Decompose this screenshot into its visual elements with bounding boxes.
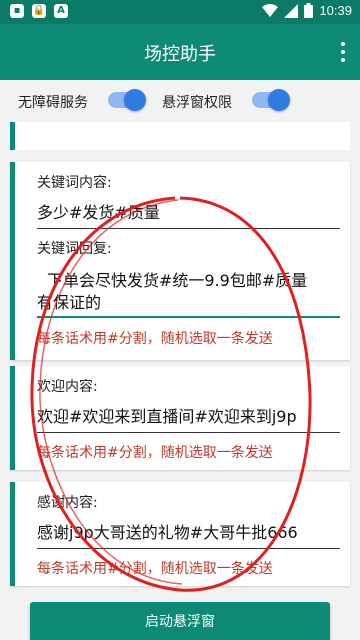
permissions-row: 无障碍服务 悬浮窗权限: [0, 80, 360, 122]
keyword-content-input[interactable]: 多少#发货#质量: [37, 202, 337, 224]
keyword-reply-label: 关键词回复:: [37, 241, 112, 257]
thanks-card: 感谢内容: 感谢j9p大哥送的礼物#大哥牛批666 每条话术用#分割，随机选取一…: [10, 482, 350, 586]
keyword-card: 关键词内容: 多少#发货#质量 关键词回复: 下单会尽快发货#统一9.9包邮#质…: [10, 162, 350, 360]
keyword-reply-input-line2[interactable]: 有保证的: [37, 292, 337, 314]
keyword-reply-underline: [37, 316, 340, 318]
toggle-knob: [124, 89, 146, 111]
welcome-card: 欢迎内容: 欢迎#欢迎来到直播间#欢迎来到j9p 每条话术用#分割，随机选取一条…: [10, 366, 350, 470]
overflow-menu-icon[interactable]: [340, 42, 346, 62]
font-icon: A: [54, 4, 68, 18]
thanks-content-input[interactable]: 感谢j9p大哥送的礼物#大哥牛批666: [37, 522, 337, 544]
notification-icons: ▪ 🔒 A: [10, 4, 68, 18]
overlay-permission-toggle[interactable]: [252, 89, 290, 111]
lock-icon: 🔒: [32, 4, 46, 18]
battery-icon: [304, 3, 314, 18]
thanks-content-label: 感谢内容:: [37, 495, 98, 511]
app-notification-icon: ▪: [10, 4, 24, 18]
status-bar: ▪ 🔒 A 10:39: [0, 0, 360, 24]
start-floating-window-button[interactable]: 启动悬浮窗: [30, 602, 330, 640]
thanks-hint: 每条话术用#分割，随机选取一条发送: [37, 561, 273, 577]
keyword-content-underline: [37, 228, 340, 229]
app-title: 场控助手: [144, 44, 216, 65]
welcome-content-label: 欢迎内容:: [37, 379, 98, 395]
welcome-hint: 每条话术用#分割，随机选取一条发送: [37, 445, 273, 461]
wifi-icon: [262, 3, 279, 17]
accessibility-service-label: 无障碍服务: [18, 95, 88, 111]
accessibility-service-toggle[interactable]: [108, 89, 146, 111]
thanks-content-underline: [37, 548, 340, 549]
signal-icon: [284, 3, 299, 18]
app-bar: 场控助手: [0, 24, 360, 80]
keyword-content-label: 关键词内容:: [37, 175, 112, 191]
keyword-hint: 每条话术用#分割，随机选取一条发送: [37, 331, 273, 347]
overlay-permission-label: 悬浮窗权限: [162, 95, 232, 111]
welcome-content-input[interactable]: 欢迎#欢迎来到直播间#欢迎来到j9p: [37, 406, 337, 428]
toggle-knob: [268, 89, 290, 111]
keyword-reply-input-line1[interactable]: 下单会尽快发货#统一9.9包邮#质量: [47, 270, 347, 292]
status-time: 10:39: [319, 3, 352, 18]
welcome-content-underline: [37, 432, 340, 433]
